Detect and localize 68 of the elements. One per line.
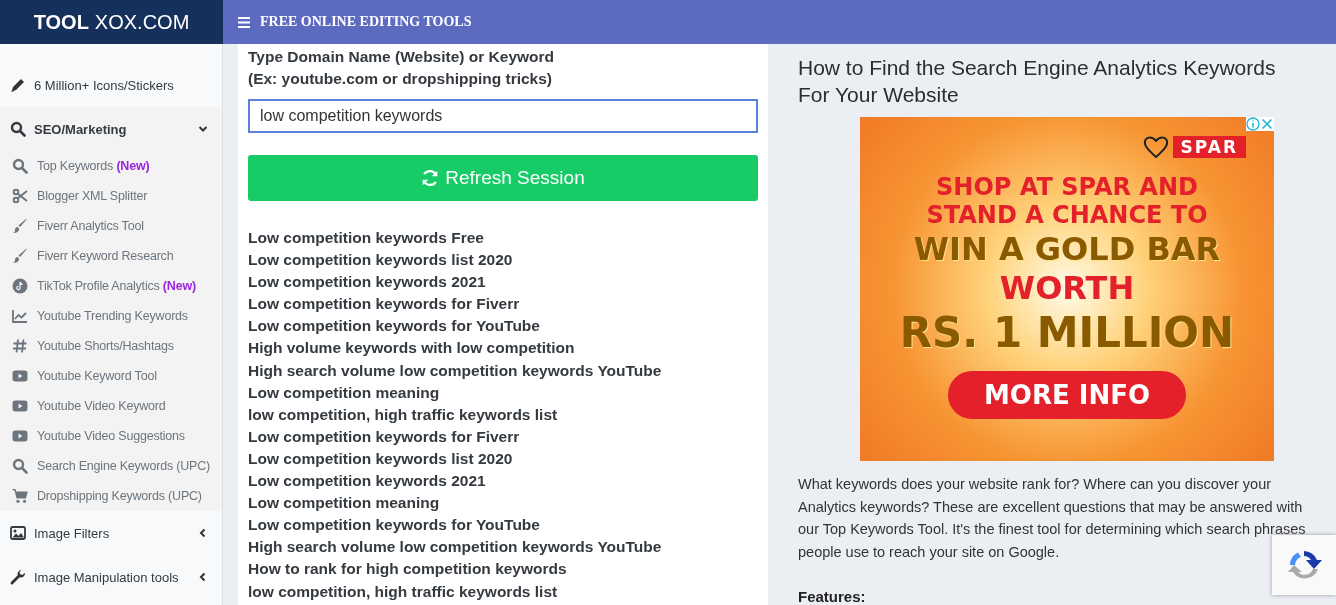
sidebar-subitem[interactable]: Top Keywords (New) xyxy=(0,151,222,181)
sidebar-subitem[interactable]: TikTok Profile Analytics (New) xyxy=(0,271,222,301)
keyword-input-field[interactable]: low competition keywords xyxy=(248,99,758,133)
heart-icon xyxy=(1142,135,1169,159)
cart-icon xyxy=(12,488,28,504)
brush-icon xyxy=(12,218,28,234)
sidebar-item[interactable]: 6 Million+ Icons/Stickers xyxy=(0,63,222,107)
search-icon xyxy=(10,121,26,137)
ad-text: WORTH xyxy=(999,269,1135,307)
line-chart-icon xyxy=(12,308,28,324)
keyword-suggestion: Low competition keywords Free xyxy=(248,228,485,248)
ad-prize-text: WIN A GOLD BAR xyxy=(913,229,1221,269)
keyword-suggestion: Low competition keywords list 2020 xyxy=(248,448,514,469)
keyword-suggestion: Low competition keywords 2021 xyxy=(248,471,487,492)
wrench-icon xyxy=(10,569,26,585)
keyword-suggestion: How to rank for high competition keywords xyxy=(248,559,568,580)
ad-amount-text: RS. 1 MILLION xyxy=(899,307,1235,359)
top-bar-title: FREE ONLINE EDITING TOOLS xyxy=(260,14,472,30)
tiktok-icon xyxy=(12,278,28,294)
sidebar-subitem[interactable]: Youtube Video Suggestions xyxy=(0,421,222,451)
sidebar-subitem[interactable]: Youtube Trending Keywords xyxy=(0,301,222,331)
sidebar-subitem[interactable]: Youtube Shorts/Hashtags xyxy=(0,331,222,361)
keyword-suggestion: Low competition keywords 2021 xyxy=(248,272,487,293)
keyword-suggestion: High search volume low competition keywords YouTube xyxy=(248,537,663,558)
brand-logo-text[interactable]: XOX.COM xyxy=(94,10,190,34)
keyword-suggestion: low competition, high traffic keywords list xyxy=(248,581,559,602)
brand-logo-bold[interactable]: TOOL xyxy=(33,10,89,34)
brush-icon xyxy=(12,248,28,264)
advertisement-banner[interactable]: SPAR SHOP AT SPAR AND STAND A CHANCE TO WIN A GOLD BAR WORTH RS. 1 MILLION MORE INFO xyxy=(860,117,1274,461)
ad-headline: SHOP AT SPAR AND STAND A CHANCE TO xyxy=(926,173,1208,229)
sidebar-item[interactable]: Image Filters xyxy=(0,511,222,555)
image-icon xyxy=(10,525,26,541)
sidebar-item[interactable]: SEO/Marketing xyxy=(0,107,222,151)
input-instructions: Type Domain Name (Website) or Keyword (Ex: youtube.com or dropshipping tricks) xyxy=(248,47,556,89)
keyword-suggestion: Low competition keywords for YouTube xyxy=(248,316,541,337)
keyword-suggestion: Low competition keywords for YouTube xyxy=(248,515,541,536)
sidebar-subitem[interactable]: Search Engine Keywords (UPC) xyxy=(0,451,222,481)
ad-brand-logo: SPAR xyxy=(1172,136,1246,158)
keyword-suggestion: High search volume low competition keywords YouTube xyxy=(248,360,663,381)
hashtag-icon xyxy=(12,338,28,354)
video-play-icon xyxy=(12,398,28,414)
keyword-suggestion: low competition, high traffic keywords list xyxy=(248,404,559,425)
ad-more-info-button[interactable]: MORE INFO xyxy=(947,371,1187,419)
sidebar-subitem[interactable]: Fiverr Analytics Tool xyxy=(0,211,222,241)
features-heading: Features: xyxy=(798,587,867,605)
recaptcha-badge[interactable] xyxy=(1272,535,1336,595)
keyword-suggestion: High volume keywords with low competition xyxy=(248,338,576,359)
keyword-suggestion: Low competition meaning xyxy=(248,493,441,514)
video-play-icon xyxy=(12,428,28,444)
keyword-suggestion: Low competition keywords for Fiverr xyxy=(248,426,521,447)
search-icon xyxy=(12,458,28,474)
refresh-icon xyxy=(421,169,440,187)
sidebar-subitem[interactable]: Blogger XML Splitter xyxy=(0,181,222,211)
sidebar-subitem[interactable]: Youtube Keyword Tool xyxy=(0,361,222,391)
keyword-suggestion: Low competition keywords list 2020 xyxy=(248,250,514,271)
keyword-suggestion: Low competition meaning xyxy=(248,382,441,403)
video-play-icon xyxy=(12,368,28,384)
keyword-suggestion: Low competition keywords for Fiverr xyxy=(248,294,521,315)
menu-icon[interactable] xyxy=(238,16,250,28)
search-icon xyxy=(12,158,28,174)
sidebar-subitem[interactable]: Youtube Video Keyword xyxy=(0,391,222,421)
sidebar-subitem[interactable]: Fiverr Keyword Research xyxy=(0,241,222,271)
article-paragraph: What keywords does your website rank for? Where can you discover your Analytics keywords? These are excellent questions that may be answered with our Top Keywords Tool. It's the finest tool for determining which search phrases people use to reach your site on Google. xyxy=(798,475,1307,563)
article-title: How to Find the Search Engine Analytics Keywords For Your Website xyxy=(798,55,1277,108)
sidebar-item[interactable]: Image Manipulation tools xyxy=(0,555,222,599)
sidebar-subitem[interactable]: Dropshipping Keywords (UPC) xyxy=(0,481,222,511)
scissors-icon xyxy=(12,188,28,204)
pencil-icon xyxy=(10,77,26,93)
